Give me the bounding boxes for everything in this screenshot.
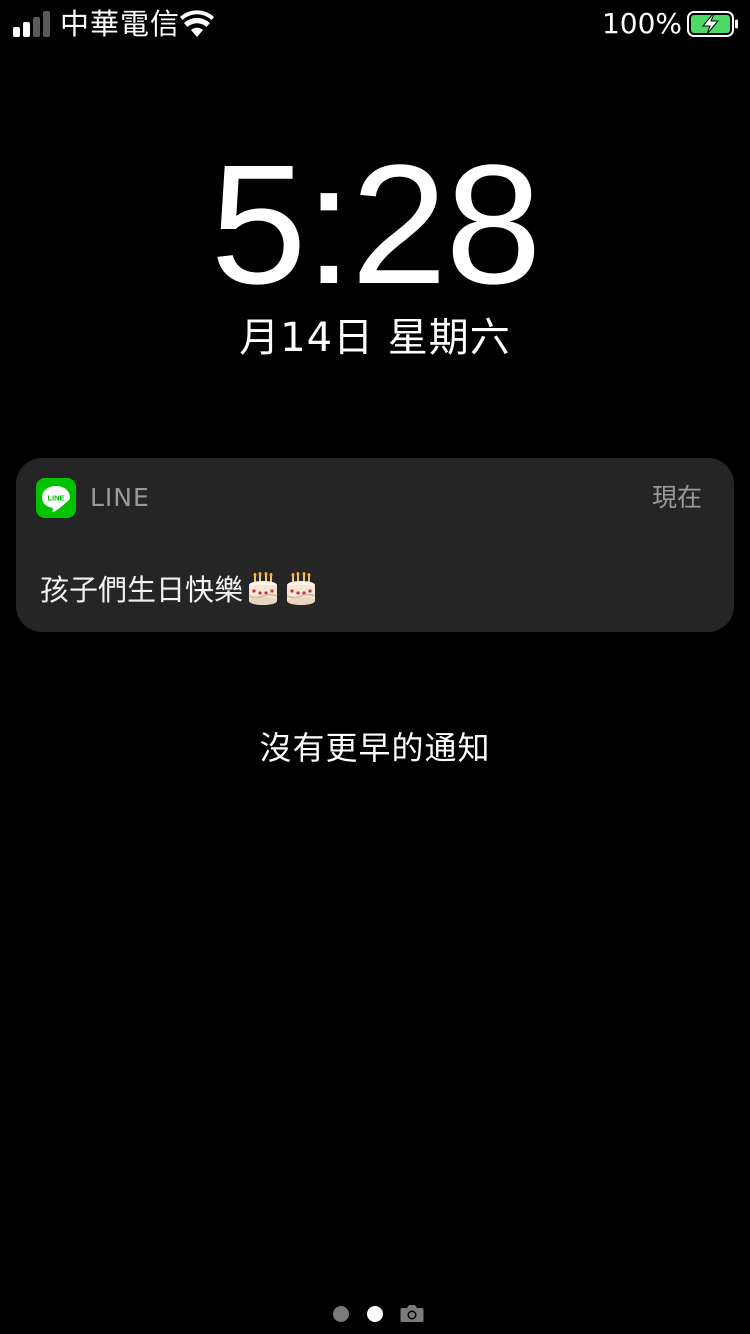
no-older-notifications-label: 沒有更早的通知 (259, 729, 491, 767)
notification-time: 現在 (651, 483, 702, 512)
birthday-cake-icon (248, 572, 278, 605)
status-bar: 中華電信 100% (0, 0, 750, 48)
camera-icon[interactable] (400, 1303, 424, 1323)
notification-message: 孩子們生日快樂 (40, 573, 244, 607)
wifi-icon (180, 10, 214, 37)
notification-message-row: 孩子們生日快樂 (40, 570, 319, 610)
battery-percentage: 100% (601, 7, 682, 40)
cellular-signal-icon (13, 11, 53, 37)
page-dot-2[interactable] (367, 1306, 383, 1322)
page-indicator[interactable] (0, 1302, 750, 1326)
line-icon-label: LINE (47, 494, 64, 503)
notification-app-name: LINE (90, 483, 150, 512)
line-app-icon: LINE (36, 478, 76, 518)
battery-charging-icon (687, 11, 738, 37)
birthday-cake-icon (286, 572, 316, 605)
lock-screen-clock: 5:28 (210, 130, 541, 320)
line-notification[interactable]: LINE LINE 現在 孩子們生日快樂 (16, 458, 734, 632)
lock-screen-date: 月14日 星期六 (239, 315, 511, 361)
page-dot-1[interactable] (333, 1306, 349, 1322)
carrier-name: 中華電信 (60, 7, 181, 41)
